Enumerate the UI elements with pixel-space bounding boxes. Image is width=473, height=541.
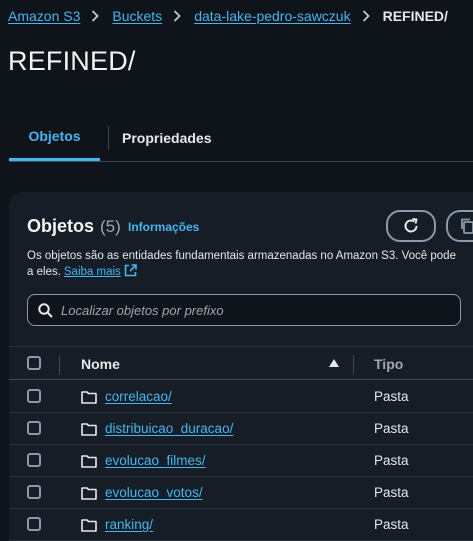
row-checkbox[interactable] [27, 453, 41, 467]
description-line2: a eles. [27, 266, 61, 278]
table-row: evolucao_votos/ Pasta [9, 477, 473, 509]
description-line2-wrap: a eles. Saiba mais [27, 264, 473, 282]
tab-bar: Objetos Propriedades [9, 114, 473, 162]
row-type: Pasta [374, 485, 409, 500]
folder-link[interactable]: correlacao/ [105, 389, 172, 404]
external-link-icon [124, 264, 137, 282]
folder-link[interactable]: evolucao_filmes/ [105, 453, 206, 468]
row-checkbox[interactable] [27, 517, 41, 531]
folder-icon [81, 391, 97, 404]
learn-more-link[interactable]: Saiba mais [64, 266, 121, 278]
table-row: distribuicao_duracao/ Pasta [9, 413, 473, 445]
objects-panel: Objetos (5) Informações Os objetos são a… [9, 192, 473, 541]
table-header: Nome Tipo [9, 346, 473, 380]
breadcrumb-current: REFINED/ [382, 8, 448, 24]
search-box [27, 294, 461, 326]
page-title: REFINED/ [8, 46, 136, 76]
folder-link[interactable]: ranking/ [105, 517, 153, 532]
chevron-right-icon [362, 10, 370, 22]
chevron-right-icon [173, 10, 181, 22]
refresh-icon [404, 218, 418, 233]
panel-title: Objetos [27, 216, 95, 236]
row-checkbox[interactable] [27, 485, 41, 499]
breadcrumb: Amazon S3 Buckets data-lake-pedro-sawczu… [8, 6, 448, 26]
breadcrumb-amazon-s3[interactable]: Amazon S3 [8, 8, 80, 24]
copy-icon [461, 218, 473, 234]
search-icon [38, 302, 53, 318]
table-row: correlacao/ Pasta [9, 381, 473, 413]
folder-link[interactable]: distribuicao_duracao/ [105, 421, 233, 436]
panel-heading: Objetos (5) [27, 216, 121, 237]
row-checkbox[interactable] [27, 421, 41, 435]
chevron-right-icon [91, 10, 100, 22]
breadcrumb-buckets[interactable]: Buckets [112, 8, 162, 24]
refresh-button[interactable] [386, 210, 436, 242]
panel-description: Os objetos são as entidades fundamentais… [27, 248, 473, 282]
column-divider [353, 355, 354, 375]
folder-link[interactable]: evolucao_votos/ [105, 485, 203, 500]
column-header-name[interactable]: Nome [81, 356, 120, 372]
info-link[interactable]: Informações [128, 220, 199, 234]
folder-icon [81, 487, 97, 500]
row-checkbox[interactable] [27, 389, 41, 403]
select-all-checkbox[interactable] [27, 356, 41, 370]
column-divider [59, 355, 60, 375]
folder-icon [81, 519, 97, 532]
description-line1: Os objetos são as entidades fundamentais… [27, 250, 456, 262]
tab-objetos[interactable]: Objetos [9, 114, 100, 161]
table-row: evolucao_filmes/ Pasta [9, 445, 473, 477]
row-type: Pasta [374, 421, 409, 436]
folder-icon [81, 423, 97, 436]
row-type: Pasta [374, 389, 409, 404]
table-row: ranking/ Pasta [9, 509, 473, 541]
object-count: (5) [100, 217, 121, 236]
row-type: Pasta [374, 517, 409, 532]
sort-ascending-icon[interactable] [328, 358, 340, 368]
row-type: Pasta [374, 453, 409, 468]
breadcrumb-bucket[interactable]: data-lake-pedro-sawczuk [194, 8, 350, 24]
column-header-type[interactable]: Tipo [374, 356, 403, 372]
search-input[interactable] [61, 302, 441, 318]
tab-propriedades[interactable]: Propriedades [122, 114, 211, 161]
folder-icon [81, 455, 97, 468]
tab-divider [108, 126, 109, 150]
copy-s3-uri-button[interactable] [446, 210, 473, 242]
